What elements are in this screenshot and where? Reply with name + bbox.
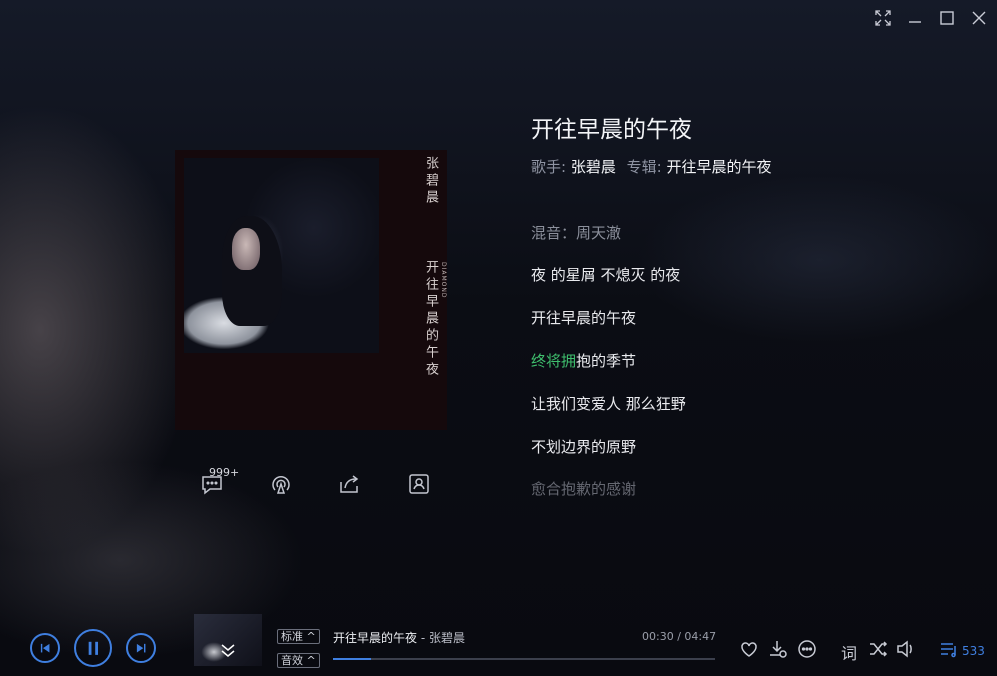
lyric-sung-part: 终将拥 [531, 352, 577, 370]
now-playing-thumbnail[interactable] [194, 614, 262, 666]
album-cover: 张碧晨 开往早晨的午夜 DIAMOND [175, 150, 447, 430]
progress-bar[interactable] [333, 658, 715, 660]
progress-fill [333, 658, 372, 660]
playback-time: 00:30 / 04:47 [642, 630, 716, 643]
maximize-icon[interactable] [937, 8, 957, 28]
now-playing-text: 开往早晨的午夜 - 张碧晨 [333, 629, 465, 646]
album-artist-text: 张碧晨 [423, 156, 438, 207]
lyric-line: 不划边界的原野 [531, 438, 637, 456]
chevron-up-icon: ^ [306, 654, 316, 667]
lyric-line: 愈合抱歉的感谢 [531, 480, 637, 498]
previous-button[interactable] [30, 633, 60, 663]
singer-label: 歌手: [531, 158, 567, 176]
total-time: 04:47 [684, 630, 717, 643]
playlist-count[interactable]: 533 [962, 644, 985, 658]
pause-icon [88, 641, 98, 655]
song-title: 开往早晨的午夜 [531, 117, 692, 143]
previous-icon [40, 643, 50, 653]
sound-effect-selector[interactable]: 音效 ^ [277, 653, 320, 668]
minimize-icon[interactable] [905, 8, 925, 28]
lyric-credit: 混音：周天澈 [531, 224, 622, 242]
share-icon[interactable] [335, 470, 363, 498]
album-photo [184, 158, 379, 353]
singer-link[interactable]: 张碧晨 [571, 158, 616, 176]
album-title-text: 开往早晨的午夜 [423, 260, 438, 379]
effect-label: 音效 [281, 654, 303, 667]
chevron-up-icon: ^ [306, 630, 316, 643]
favorite-icon[interactable] [738, 638, 760, 660]
playlist-icon[interactable] [938, 638, 960, 660]
lyric-line: 让我们变爱人 那么狂野 [531, 395, 686, 413]
pause-button[interactable] [74, 629, 112, 667]
blurred-background [0, 0, 997, 676]
lyric-current-line: 终将拥抱的季节 [531, 350, 636, 371]
collapse-chevron-icon [221, 644, 235, 657]
shuffle-icon[interactable] [867, 638, 889, 660]
album-face [232, 228, 260, 270]
lyrics-toggle-button[interactable]: 词 [841, 640, 857, 664]
now-playing-artist[interactable]: 张碧晨 [429, 631, 465, 645]
song-meta: 歌手: 张碧晨 专辑: 开往早晨的午夜 [531, 156, 772, 177]
next-icon [136, 643, 146, 653]
comment-count-badge: 999+ [209, 466, 240, 479]
time-separator: / [673, 630, 685, 643]
profile-card-icon[interactable] [405, 470, 433, 498]
lyric-line: 开往早晨的午夜 [531, 309, 637, 327]
download-icon[interactable] [767, 638, 789, 660]
lyric-line: 夜 的星屑 不熄灭 的夜 [531, 266, 681, 284]
now-playing-separator: - [417, 631, 429, 645]
album-link[interactable]: 开往早晨的午夜 [666, 158, 771, 176]
volume-icon[interactable] [895, 638, 917, 660]
lyric-unsung-part: 抱的季节 [576, 352, 637, 370]
now-playing-title[interactable]: 开往早晨的午夜 [333, 631, 417, 645]
radio-icon[interactable] [267, 470, 295, 498]
fullscreen-icon[interactable] [873, 8, 893, 28]
quality-label: 标准 [281, 630, 303, 643]
close-icon[interactable] [969, 8, 989, 28]
quality-selector[interactable]: 标准 ^ [277, 629, 320, 644]
next-button[interactable] [126, 633, 156, 663]
current-time: 00:30 [642, 630, 674, 643]
album-small-text: DIAMOND [440, 262, 447, 299]
album-label: 专辑: [626, 158, 662, 176]
more-options-icon[interactable] [796, 638, 818, 660]
